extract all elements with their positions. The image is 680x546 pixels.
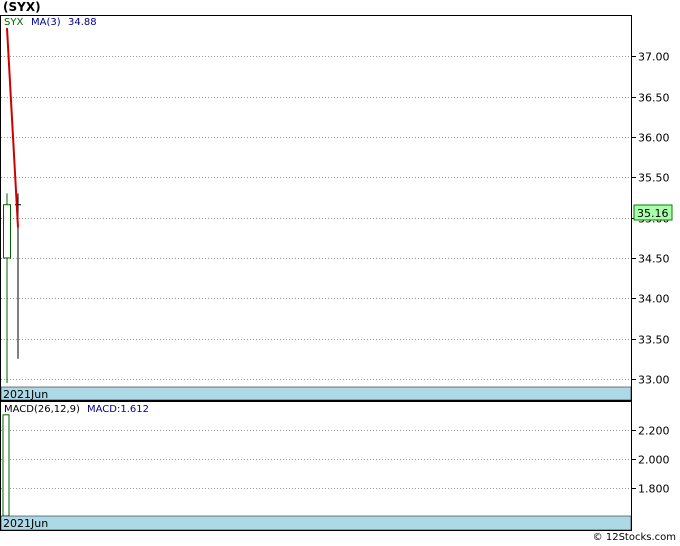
chart-canvas: 37.0036.5036.0035.5035.0034.5034.0033.50… bbox=[0, 15, 673, 531]
price-date-bar bbox=[0, 386, 632, 401]
macd-indicator-label: MACD(26,12,9) bbox=[4, 404, 80, 415]
macd-y-axis: 2.200 2.000 1.800 bbox=[631, 425, 670, 496]
macd-tick-label: 2.000 bbox=[638, 454, 670, 467]
price-tick-label: 35.50 bbox=[638, 172, 670, 185]
macd-date-bar bbox=[0, 515, 632, 531]
candle-body bbox=[3, 204, 11, 259]
macd-panel-frame bbox=[0, 401, 632, 531]
macd-value-label: MACD:1.612 bbox=[87, 404, 149, 415]
macd-tick-label: 2.200 bbox=[638, 425, 670, 438]
price-tick-label: 36.50 bbox=[638, 92, 670, 105]
watermark: © 12Stocks.com bbox=[592, 532, 676, 543]
macd-date-label: 2021Jun bbox=[3, 517, 48, 530]
last-price-label: 35.16 bbox=[637, 207, 669, 220]
legend-symbol: SYX bbox=[4, 17, 23, 28]
price-tick-label: 33.00 bbox=[638, 374, 670, 387]
price-panel-frame bbox=[0, 15, 632, 401]
price-tick-label: 37.00 bbox=[638, 51, 670, 64]
price-tick-label: 33.50 bbox=[638, 334, 670, 347]
macd-bar bbox=[2, 414, 10, 517]
chart-title: (SYX) bbox=[3, 0, 41, 14]
price-tick-label: 34.00 bbox=[638, 293, 670, 306]
macd-marks bbox=[2, 414, 10, 517]
price-date-label: 2021Jun bbox=[3, 388, 48, 401]
legend-ma-value: 34.88 bbox=[68, 17, 97, 28]
legend-ma-label: MA(3) bbox=[31, 17, 61, 28]
macd-tick-label: 1.800 bbox=[638, 483, 670, 496]
price-tick-label: 34.50 bbox=[638, 253, 670, 266]
price-tick-label: 36.00 bbox=[638, 132, 670, 145]
